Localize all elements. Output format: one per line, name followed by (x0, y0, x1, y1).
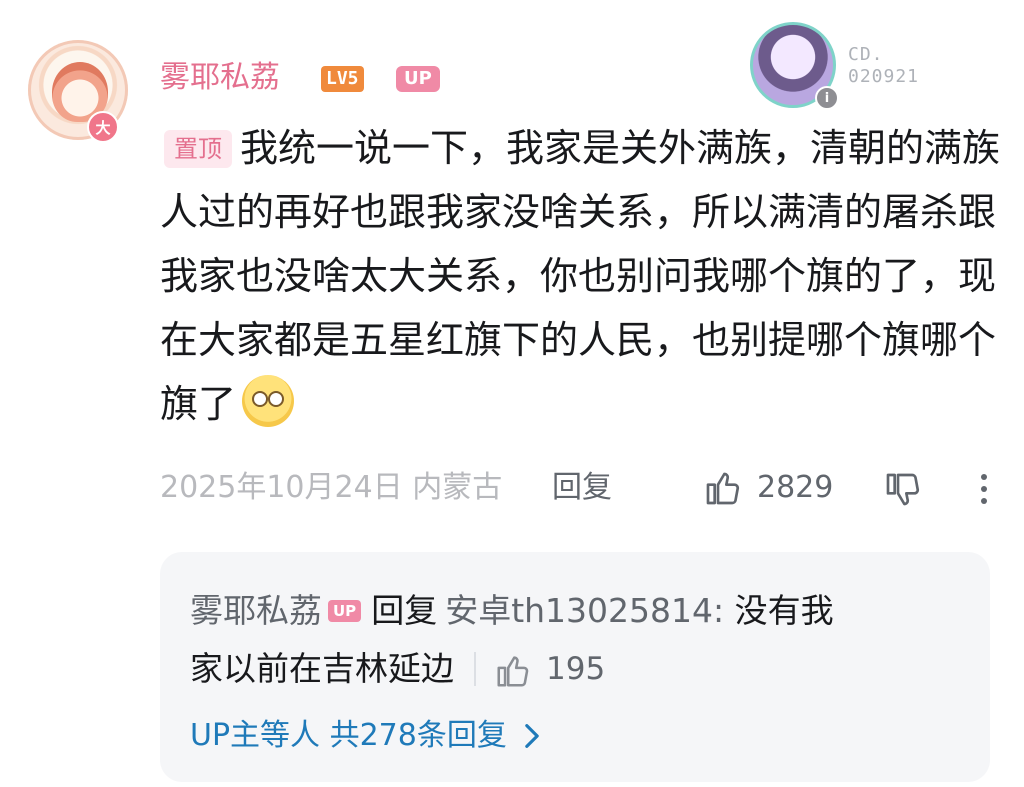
more-replies-label: UP主等人 共278条回复 (190, 718, 507, 753)
comment-date-location: 2025年10月24日 内蒙古 (160, 468, 502, 508)
reply-up-tag: UP (328, 600, 362, 622)
reply-preview-line2: 家以前在吉林延边 195 (190, 648, 605, 690)
dislike-button[interactable] (883, 470, 923, 521)
thumbs-down-icon (886, 473, 920, 506)
reply-target-user[interactable]: 安卓th13025814: (445, 591, 724, 630)
comment-text: 置顶 我统一说一下，我家是关外满族，清朝的满族人过的再好也跟我家没啥关系，所以满清… (160, 116, 1000, 436)
divider (474, 652, 476, 686)
reply-button[interactable]: 回复 (552, 468, 612, 508)
thumbs-up-icon (497, 655, 529, 687)
reply-like-count: 195 (546, 651, 606, 687)
info-icon: i (815, 86, 839, 110)
reply-text-part1: 没有我 (734, 591, 834, 630)
view-more-replies-link[interactable]: UP主等人 共278条回复 (190, 716, 543, 756)
comment-location: 内蒙古 (412, 470, 503, 505)
sticker-label-line1: CD. (848, 44, 884, 65)
level-tag: LV5 (321, 66, 364, 92)
eyes-rolled-emoji-icon (242, 375, 295, 427)
chevron-right-icon (525, 724, 539, 748)
sticker-label: CD. 020921 (848, 44, 919, 88)
username[interactable]: 雾耶私荔 (160, 58, 280, 98)
comment-meta-row: 2025年10月24日 内蒙古 回复 2829 (160, 468, 1000, 508)
sticker-label-line2: 020921 (848, 66, 920, 87)
like-button[interactable]: 2829 (703, 468, 833, 508)
comment-date: 2025年10月24日 (160, 470, 403, 505)
reply-preview-line: 雾耶私荔 UP 回复 安卓th13025814: 没有我 (190, 590, 980, 632)
reply-verb: 回复 (371, 591, 438, 630)
up-tag: UP (396, 66, 440, 92)
reply-username[interactable]: 雾耶私荔 (190, 591, 322, 630)
thumbs-up-icon (706, 472, 740, 505)
reply-text-part2: 家以前在吉林延边 (190, 649, 454, 688)
pinned-tag: 置顶 (164, 130, 232, 168)
like-count: 2829 (757, 470, 834, 505)
comment-body-text: 我统一说一下，我家是关外满族，清朝的满族人过的再好也跟我家没啥关系，所以满清的屠… (160, 126, 1001, 426)
avatar-level-badge: 大 (87, 111, 119, 143)
reply-like-button[interactable] (494, 648, 532, 690)
reply-preview-panel[interactable]: 雾耶私荔 UP 回复 安卓th13025814: 没有我 家以前在吉林延边 195 U… (160, 552, 990, 782)
more-options-icon[interactable] (972, 472, 996, 506)
